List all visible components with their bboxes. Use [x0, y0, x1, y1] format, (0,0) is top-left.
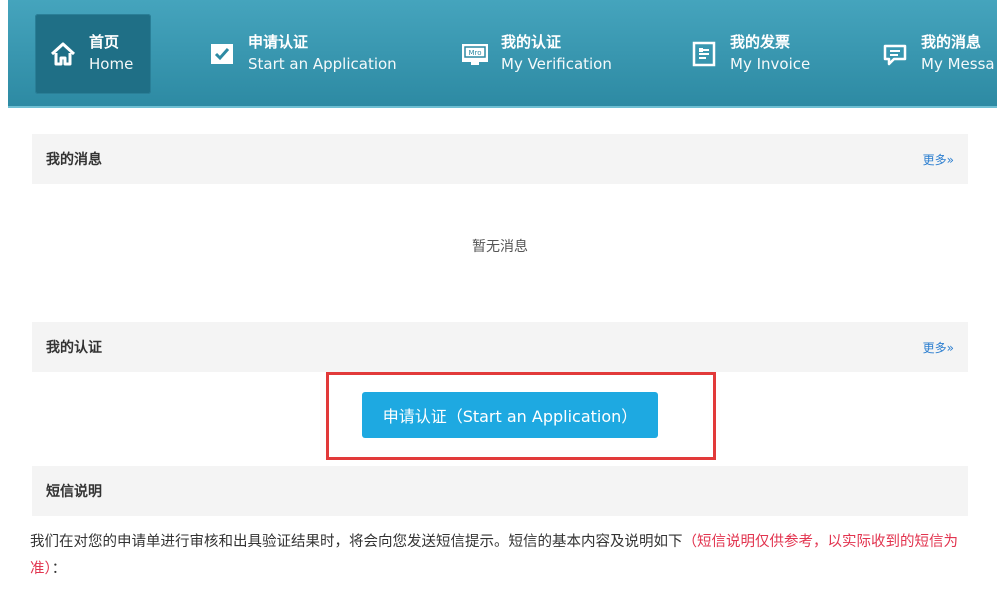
top-navigation: 首页 Home 申请认证 Start an Application Mro 我的…: [8, 0, 997, 108]
verification-more-link[interactable]: 更多»: [923, 339, 954, 356]
nav-apply-cn: 申请认证: [248, 33, 309, 52]
start-application-button[interactable]: 申请认证（Start an Application）: [362, 392, 658, 438]
nav-verification-en: My Verification: [501, 55, 612, 73]
nav-messages-en: My Messa: [921, 55, 995, 73]
nav-item-my-verification[interactable]: Mro 我的认证 My Verification: [459, 14, 612, 94]
page: 首页 Home 申请认证 Start an Application Mro 我的…: [0, 0, 997, 596]
messages-panel-title: 我的消息: [46, 152, 102, 168]
nav-apply-en: Start an Application: [248, 55, 397, 73]
verification-panel-title: 我的认证: [46, 340, 102, 356]
invoice-icon: [688, 38, 720, 70]
verification-panel-header: 我的认证 更多»: [32, 322, 968, 372]
message-icon: [879, 38, 911, 70]
sms-description: 我们在对您的申请单进行审核和出具验证结果时，将会向您发送短信提示。短信的基本内容…: [30, 529, 974, 583]
messages-more-link[interactable]: 更多»: [923, 151, 954, 168]
nav-home-cn: 首页: [89, 33, 120, 52]
empty-messages-text: 暂无消息: [472, 239, 528, 255]
nav-item-my-messages[interactable]: 我的消息 My Messa: [879, 14, 995, 94]
nav-home-en: Home: [89, 55, 134, 73]
sms-description-text: 我们在对您的申请单进行审核和出具验证结果时，将会向您发送短信提示。短信的基本内容…: [30, 534, 683, 550]
nav-invoice-cn: 我的发票: [730, 33, 791, 52]
sms-panel-title: 短信说明: [46, 484, 102, 500]
nav-messages-cn: 我的消息: [921, 33, 982, 52]
certificate-icon: Mro: [459, 38, 491, 70]
home-icon: [47, 38, 79, 70]
nav-item-start-application[interactable]: 申请认证 Start an Application: [206, 14, 397, 94]
sms-description-tail: ：: [51, 561, 67, 577]
checkbox-icon: [206, 38, 238, 70]
nav-item-home[interactable]: 首页 Home: [35, 14, 151, 94]
apply-section: 申请认证（Start an Application）: [32, 372, 968, 467]
svg-text:Mro: Mro: [468, 49, 481, 57]
sms-panel-header: 短信说明: [32, 466, 968, 516]
messages-panel-header: 我的消息 更多»: [32, 134, 968, 184]
nav-verification-cn: 我的认证: [501, 33, 562, 52]
nav-item-my-invoice[interactable]: 我的发票 My Invoice: [688, 14, 810, 94]
nav-invoice-en: My Invoice: [730, 55, 811, 73]
